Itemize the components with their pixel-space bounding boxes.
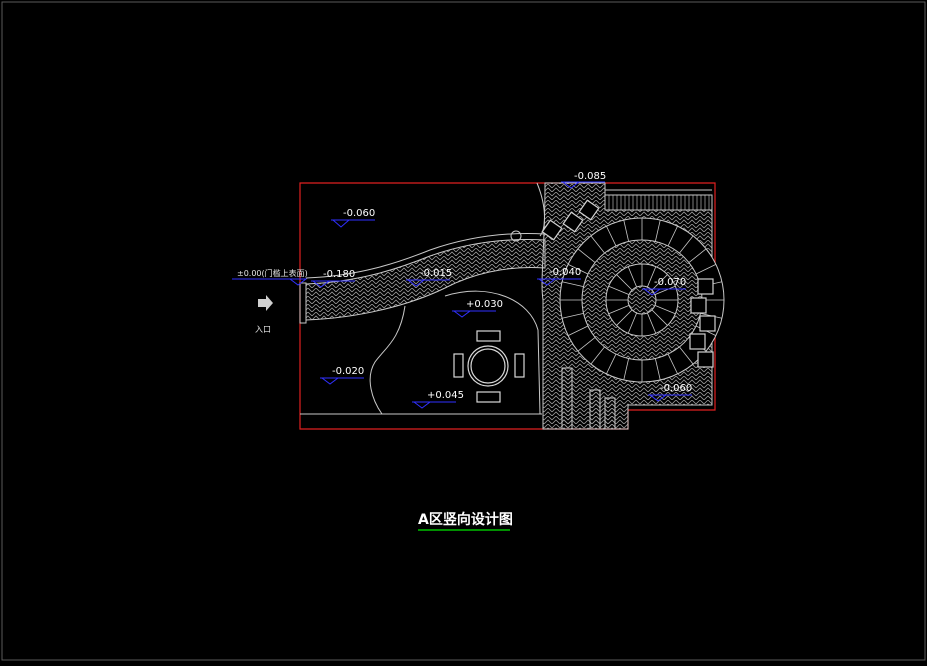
drawing-title: A区竖向设计图 (418, 511, 513, 528)
entrance-label: 入口 (255, 325, 271, 334)
steps (604, 194, 713, 211)
cad-viewport[interactable]: 入口 -0.085 -0.060 ±0.00(门槛上表面) -0.180 -0.… (0, 0, 927, 662)
elevation-label: -0.180 (323, 269, 355, 280)
elevation-marker: +0.030 (452, 299, 503, 318)
elevation-marker: ±0.00(门槛上表面) (232, 268, 308, 286)
lawn-edge-left (369, 305, 406, 415)
elevation-label: -0.070 (654, 277, 686, 288)
elevation-marker: -0.060 (331, 208, 375, 228)
elevation-marker: -0.020 (320, 366, 364, 385)
elevation-label: -0.020 (332, 366, 364, 377)
elevation-label: -0.060 (660, 383, 692, 394)
elevation-label: -0.015 (420, 268, 452, 279)
table-set (453, 330, 525, 403)
elevation-label: -0.040 (549, 267, 581, 278)
elevation-label: -0.060 (343, 208, 375, 219)
viewport-frame (1, 1, 926, 661)
path-edge-top (536, 182, 545, 237)
elevation-label: +0.045 (427, 390, 464, 401)
origin-label: ±0.00(门槛上表面) (237, 268, 308, 278)
elevation-label: -0.085 (574, 171, 606, 182)
entrance-arrow-icon (258, 295, 273, 311)
site-plan-drawing: 入口 -0.085 -0.060 ±0.00(门槛上表面) -0.180 -0.… (1, 1, 926, 661)
entrance-wall (299, 282, 307, 324)
elevation-label: +0.030 (466, 299, 503, 310)
elevation-marker: +0.045 (412, 390, 464, 409)
